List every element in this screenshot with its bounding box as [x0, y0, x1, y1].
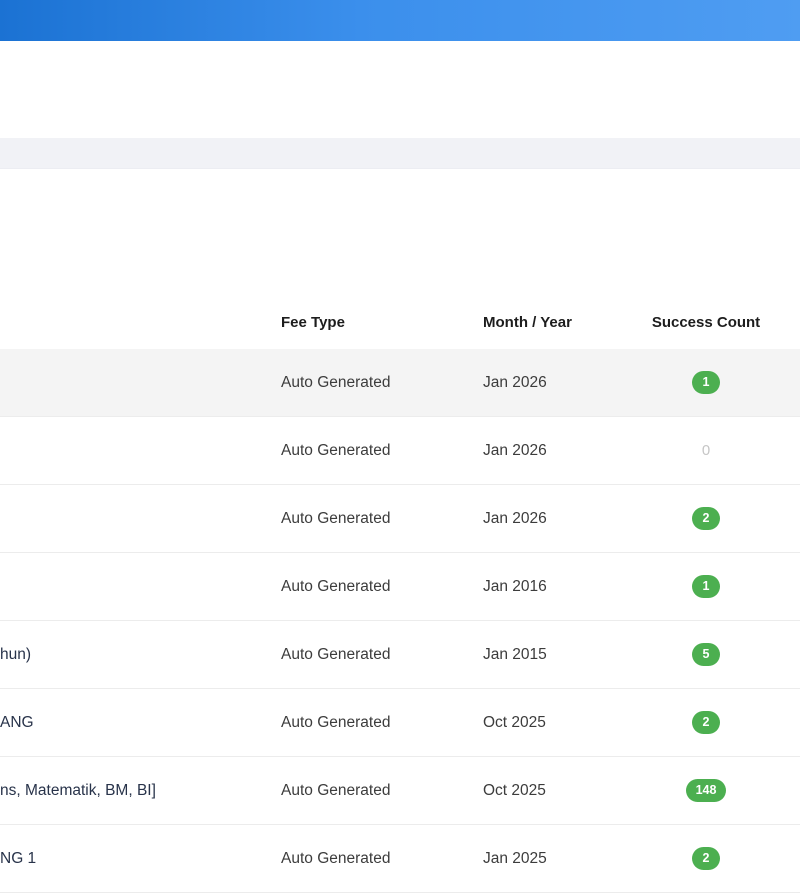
table-row[interactable]: ns, Matematik, BM, BI] Auto Generated Oc… — [0, 757, 800, 825]
row-month-year-cell: Jan 2025 — [483, 850, 650, 868]
row-fee-type-cell: Auto Generated — [281, 782, 483, 800]
table-row[interactable]: Auto Generated Jan 2016 1 — [0, 553, 800, 621]
success-count-badge: 148 — [686, 779, 727, 802]
table-row[interactable]: NG 1 Auto Generated Jan 2025 2 — [0, 825, 800, 893]
success-count-badge: 1 — [692, 371, 720, 394]
row-fee-type-cell: Auto Generated — [281, 510, 483, 528]
row-month-year-cell: Jan 2026 — [483, 510, 650, 528]
row-name-cell: hun) — [0, 646, 281, 664]
row-fee-type-cell: Auto Generated — [281, 442, 483, 460]
row-month-year-cell: Oct 2025 — [483, 782, 650, 800]
row-success-count-cell: 1 — [650, 575, 762, 598]
success-count-badge: 2 — [692, 847, 720, 870]
success-count-badge: 2 — [692, 711, 720, 734]
row-name-cell: ns, Matematik, BM, BI] — [0, 782, 281, 800]
row-success-count-cell: 1 — [650, 371, 762, 394]
table-body: Auto Generated Jan 2026 1 Auto Generated… — [0, 349, 800, 893]
row-success-count-cell: 5 — [650, 643, 762, 666]
top-app-bar — [0, 0, 800, 41]
table-row[interactable]: ANG Auto Generated Oct 2025 2 — [0, 689, 800, 757]
row-fee-type-cell: Auto Generated — [281, 578, 483, 596]
row-fee-type-cell: Auto Generated — [281, 714, 483, 732]
table-row[interactable]: hun) Auto Generated Jan 2015 5 — [0, 621, 800, 689]
column-header-fee-type: Fee Type — [281, 314, 483, 331]
column-header-success-count: Success Count — [650, 314, 762, 331]
row-success-count-cell: 0 — [650, 442, 762, 459]
row-fee-type-cell: Auto Generated — [281, 646, 483, 664]
success-count-badge: 2 — [692, 507, 720, 530]
row-success-count-cell: 2 — [650, 507, 762, 530]
row-month-year-cell: Jan 2026 — [483, 442, 650, 460]
fees-table: Fee Type Month / Year Success Count Auto… — [0, 295, 800, 893]
row-success-count-cell: 2 — [650, 711, 762, 734]
row-month-year-cell: Jan 2015 — [483, 646, 650, 664]
row-month-year-cell: Jan 2016 — [483, 578, 650, 596]
success-count-zero: 0 — [702, 442, 710, 459]
row-name-cell: ANG — [0, 714, 281, 732]
table-header-row: Fee Type Month / Year Success Count — [0, 295, 800, 349]
column-header-month-year: Month / Year — [483, 314, 650, 331]
row-fee-type-cell: Auto Generated — [281, 850, 483, 868]
success-count-badge: 5 — [692, 643, 720, 666]
table-row[interactable]: Auto Generated Jan 2026 2 — [0, 485, 800, 553]
row-success-count-cell: 2 — [650, 847, 762, 870]
row-fee-type-cell: Auto Generated — [281, 374, 483, 392]
success-count-badge: 1 — [692, 575, 720, 598]
table-row[interactable]: Auto Generated Jan 2026 1 — [0, 349, 800, 417]
row-month-year-cell: Jan 2026 — [483, 374, 650, 392]
toolbar-strip — [0, 138, 800, 169]
row-month-year-cell: Oct 2025 — [483, 714, 650, 732]
row-name-cell: NG 1 — [0, 850, 281, 868]
row-success-count-cell: 148 — [650, 779, 762, 802]
table-row[interactable]: Auto Generated Jan 2026 0 — [0, 417, 800, 485]
